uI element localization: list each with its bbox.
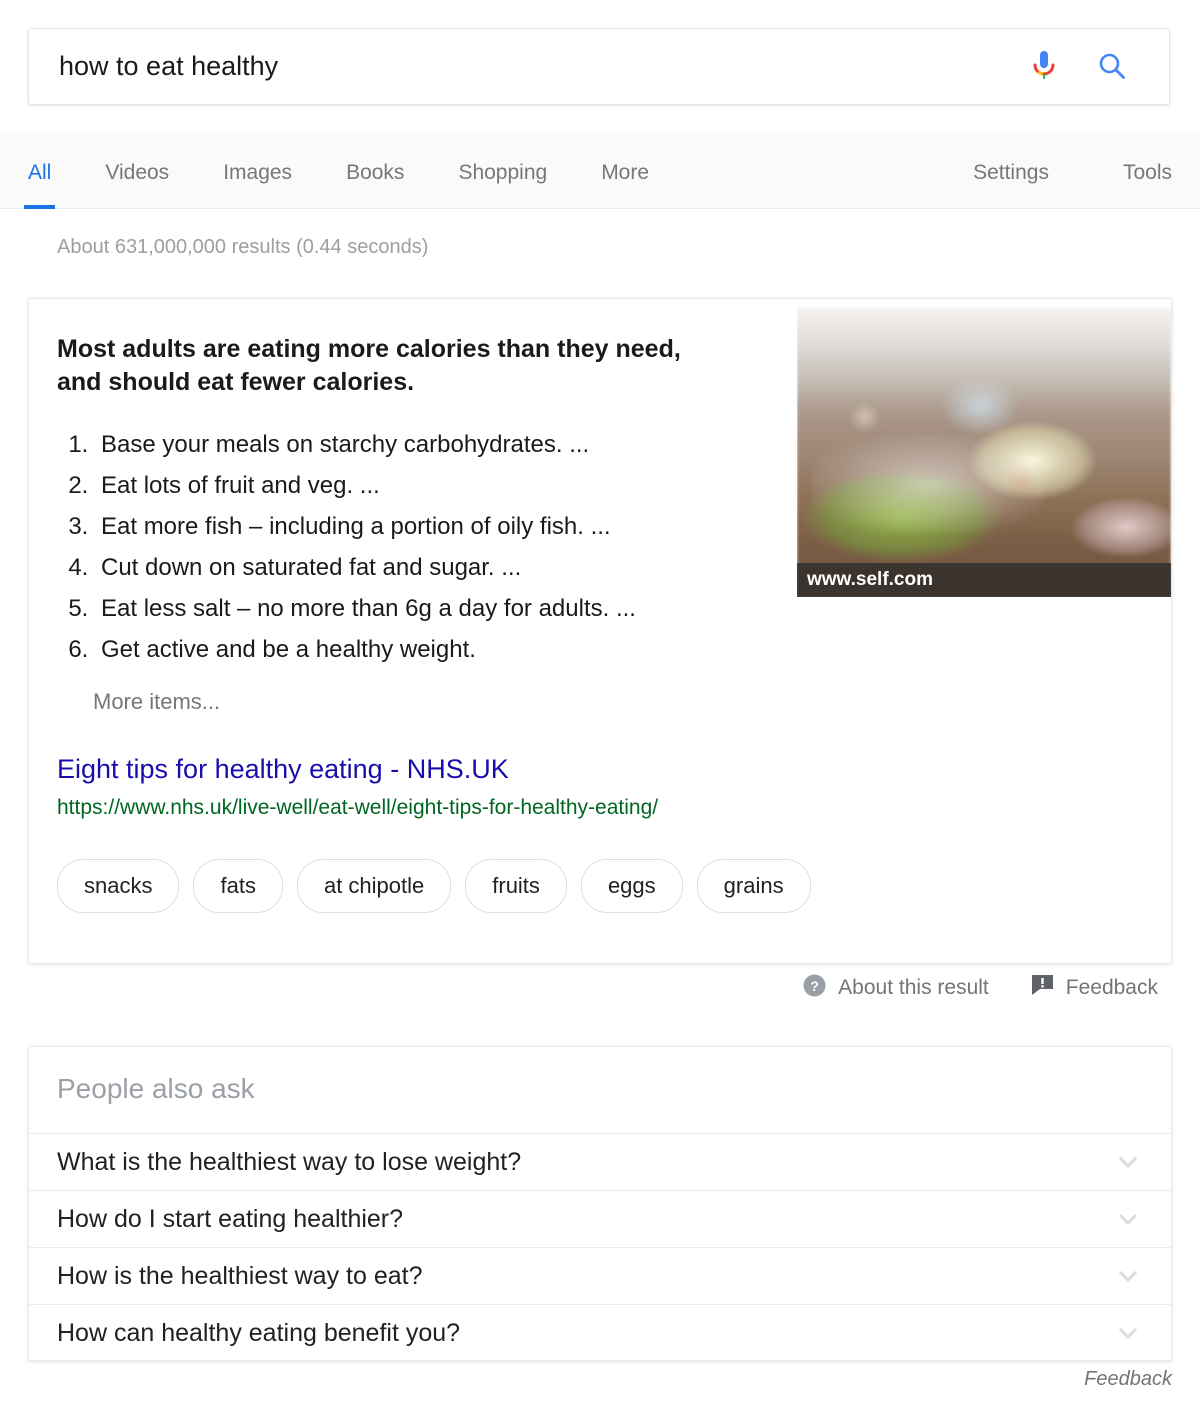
snippet-result-url: https://www.nhs.uk/live-well/eat-well/ei…	[57, 796, 658, 820]
about-this-result-button[interactable]: ? About this result	[803, 974, 989, 1003]
list-item: Eat less salt – no more than 6g a day fo…	[95, 588, 815, 629]
nav-utilities: Settings Tools	[899, 133, 1172, 209]
search-input[interactable]	[29, 29, 1027, 104]
people-also-ask-title: People also ask	[57, 1073, 255, 1105]
tools-button[interactable]: Tools	[1123, 133, 1172, 209]
tab-videos[interactable]: Videos	[105, 133, 169, 209]
chevron-down-icon[interactable]	[1115, 1149, 1141, 1175]
snippet-heading: Most adults are eating more calories tha…	[57, 333, 717, 400]
people-also-ask-card: People also ask What is the healthiest w…	[28, 1046, 1172, 1361]
svg-text:?: ?	[810, 978, 819, 994]
search-bar[interactable]	[28, 28, 1170, 105]
tab-books[interactable]: Books	[346, 133, 404, 209]
thumbnail-source-caption: www.self.com	[797, 563, 1171, 597]
related-search-chips: snacks fats at chipotle fruits eggs grai…	[57, 859, 811, 913]
paa-question-label: How can healthy eating benefit you?	[57, 1319, 460, 1348]
search-bar-icons	[1027, 48, 1169, 86]
list-item: Get active and be a healthy weight.	[95, 629, 815, 670]
chip-fruits[interactable]: fruits	[465, 859, 567, 913]
list-item: Base your meals on starchy carbohydrates…	[95, 424, 815, 465]
snippet-result-title[interactable]: Eight tips for healthy eating - NHS.UK	[57, 754, 509, 785]
snippet-list: Base your meals on starchy carbohydrates…	[57, 424, 815, 670]
chevron-down-icon[interactable]	[1115, 1263, 1141, 1289]
feedback-flag-icon	[1031, 974, 1054, 1002]
search-icon[interactable]	[1095, 48, 1129, 86]
about-this-result-label: About this result	[838, 976, 989, 1000]
about-result-row: ? About this result Feedback	[28, 968, 1172, 1008]
paa-question-label: What is the healthiest way to lose weigh…	[57, 1148, 521, 1177]
paa-question-label: How do I start eating healthier?	[57, 1205, 403, 1234]
chevron-down-icon[interactable]	[1115, 1320, 1141, 1346]
chip-at-chipotle[interactable]: at chipotle	[297, 859, 451, 913]
nav-tabs: All Videos Images Books Shopping More	[28, 133, 703, 209]
result-stats: About 631,000,000 results (0.44 seconds)	[57, 236, 428, 259]
tab-all[interactable]: All	[28, 133, 51, 209]
chip-eggs[interactable]: eggs	[581, 859, 683, 913]
tab-images[interactable]: Images	[223, 133, 292, 209]
paa-question-row[interactable]: How can healthy eating benefit you?	[29, 1304, 1171, 1361]
question-mark-circle-icon: ?	[803, 974, 826, 1003]
list-item: Eat more fish – including a portion of o…	[95, 506, 815, 547]
paa-question-row[interactable]: What is the healthiest way to lose weigh…	[29, 1133, 1171, 1190]
chip-fats[interactable]: fats	[193, 859, 282, 913]
search-nav-bar: All Videos Images Books Shopping More Se…	[0, 133, 1200, 209]
feedback-label: Feedback	[1066, 976, 1158, 1000]
healthy-meal-photo	[797, 307, 1171, 597]
snippet-thumbnail[interactable]: www.self.com	[797, 307, 1171, 597]
people-also-ask-list: What is the healthiest way to lose weigh…	[29, 1133, 1171, 1361]
paa-question-label: How is the healthiest way to eat?	[57, 1262, 422, 1291]
list-item: Eat lots of fruit and veg. ...	[95, 465, 815, 506]
list-item: Cut down on saturated fat and sugar. ...	[95, 547, 815, 588]
featured-snippet-card: Most adults are eating more calories tha…	[28, 298, 1172, 964]
chip-grains[interactable]: grains	[697, 859, 811, 913]
paa-question-row[interactable]: How is the healthiest way to eat?	[29, 1247, 1171, 1304]
chevron-down-icon[interactable]	[1115, 1206, 1141, 1232]
microphone-icon[interactable]	[1027, 48, 1061, 86]
paa-question-row[interactable]: How do I start eating healthier?	[29, 1190, 1171, 1247]
page-feedback-link[interactable]: Feedback	[1084, 1368, 1172, 1391]
settings-button[interactable]: Settings	[973, 133, 1049, 209]
feedback-button[interactable]: Feedback	[1031, 974, 1158, 1002]
chip-snacks[interactable]: snacks	[57, 859, 179, 913]
tab-more[interactable]: More	[601, 133, 649, 209]
tab-shopping[interactable]: Shopping	[458, 133, 547, 209]
more-items-link[interactable]: More items...	[93, 689, 220, 715]
